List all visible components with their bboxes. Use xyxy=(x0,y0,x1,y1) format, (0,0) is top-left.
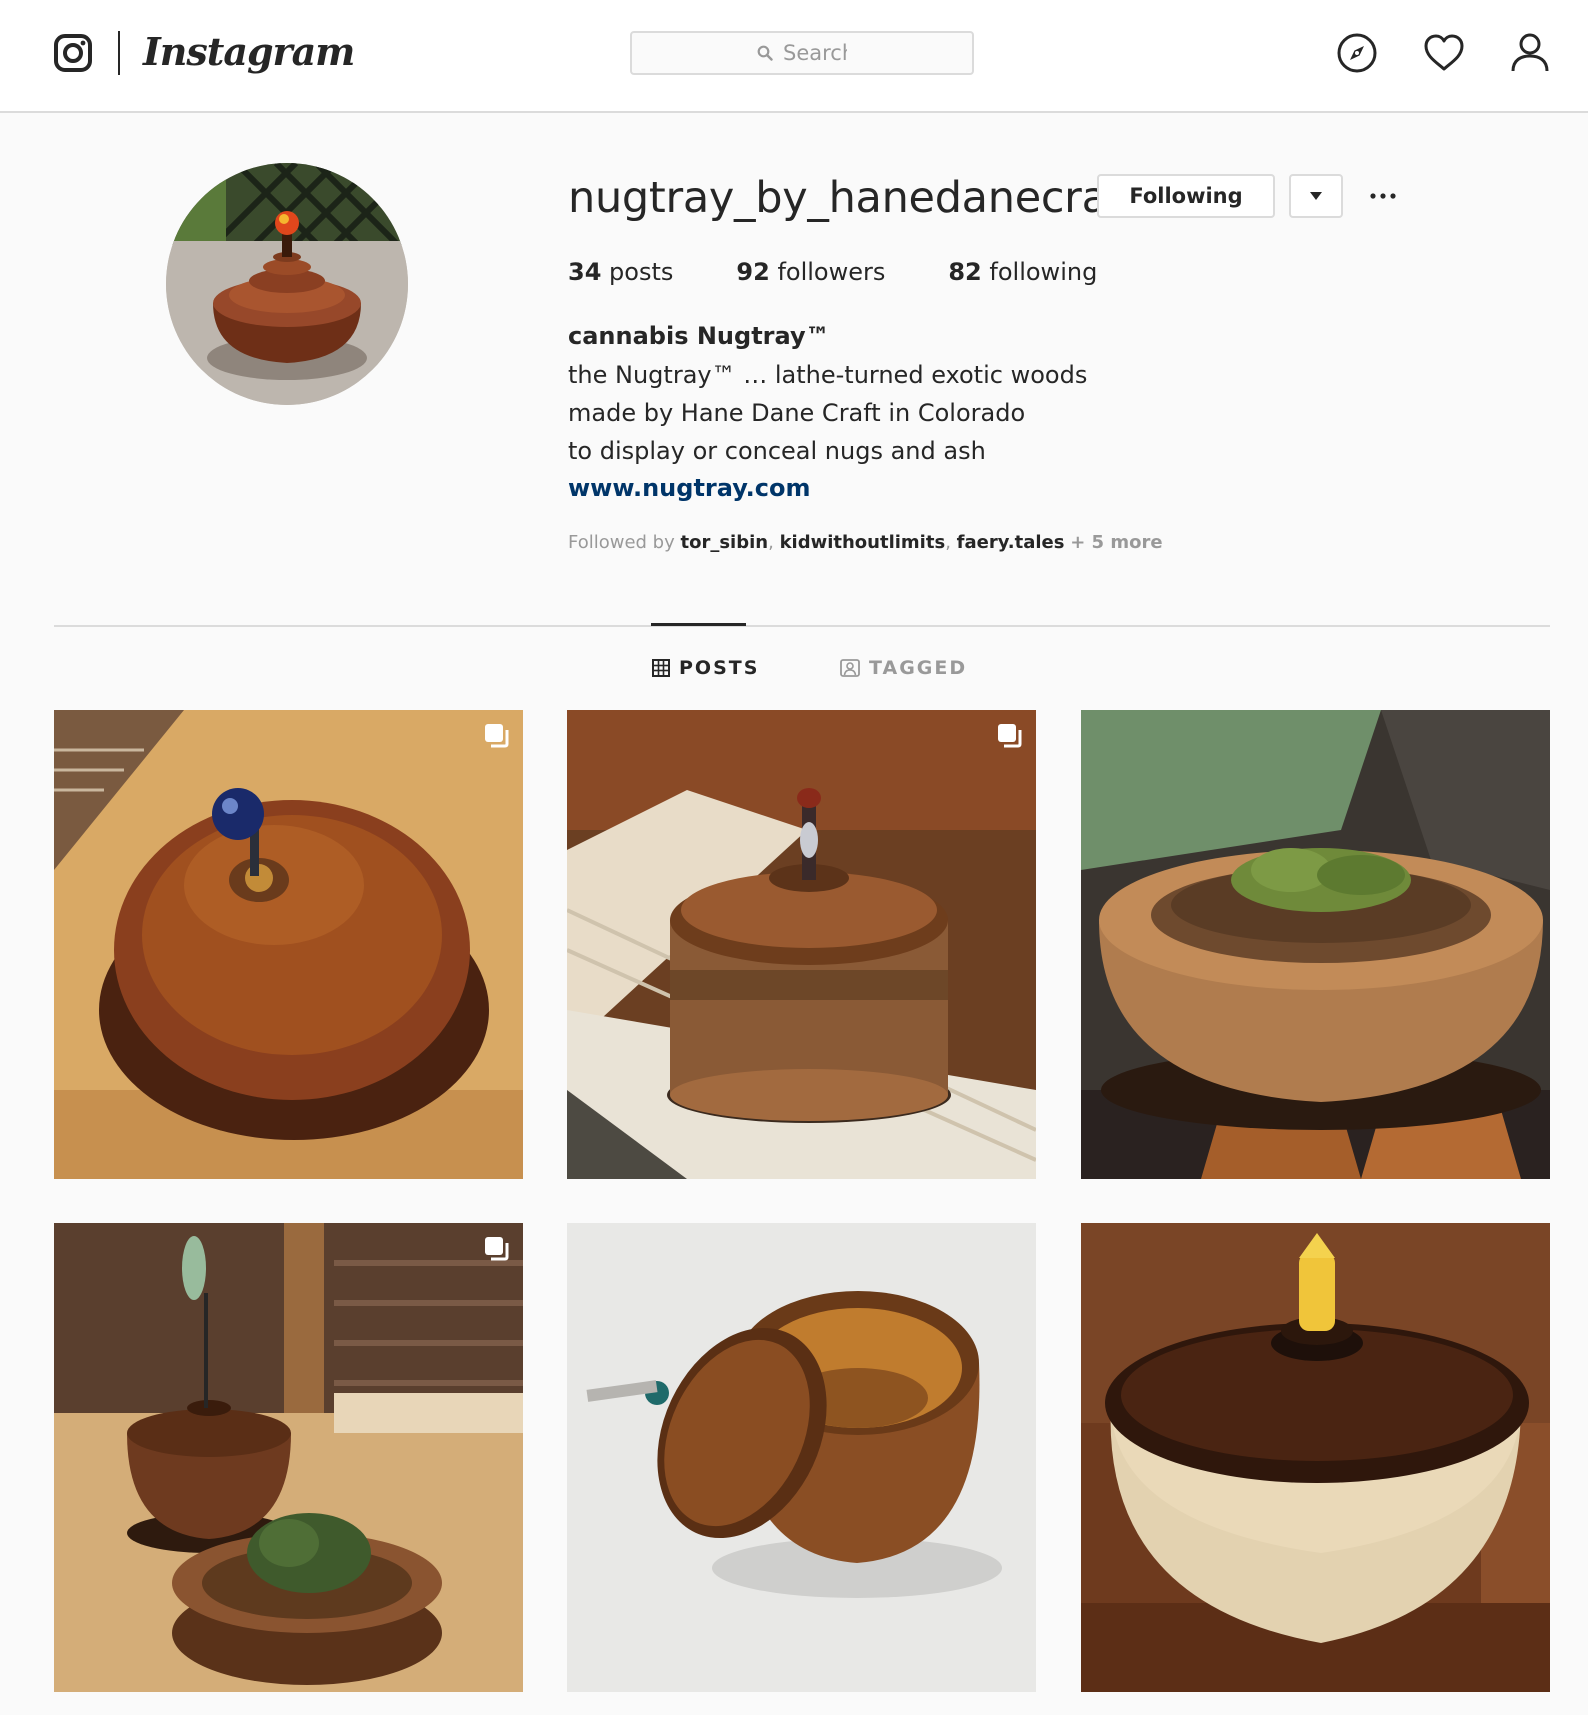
post-photo xyxy=(1081,710,1550,1179)
following-count-label: following xyxy=(989,258,1098,286)
post-thumbnail[interactable] xyxy=(1081,710,1550,1179)
grid-icon xyxy=(652,659,670,677)
posts-count: 34 posts xyxy=(568,258,673,286)
more-options-icon[interactable] xyxy=(1365,174,1401,218)
avatar-photo xyxy=(166,163,408,405)
bio-line: to display or conceal nugs and ash xyxy=(568,437,986,465)
followers-count-label: followers xyxy=(777,258,886,286)
post-photo xyxy=(54,1223,523,1692)
profile-avatar[interactable] xyxy=(166,163,408,405)
caret-down-icon xyxy=(1310,192,1322,200)
search-input[interactable] xyxy=(783,41,847,65)
carousel-icon xyxy=(485,1237,509,1261)
tab-posts-label: POSTS xyxy=(679,657,760,679)
post-photo xyxy=(1081,1223,1550,1692)
post-photo xyxy=(54,710,523,1179)
post-photo xyxy=(567,1223,1036,1692)
tab-divider xyxy=(54,625,1550,627)
suggestions-dropdown-button[interactable] xyxy=(1289,174,1343,218)
posts-count-number: 34 xyxy=(568,258,602,286)
post-thumbnail[interactable] xyxy=(567,1223,1036,1692)
follower-username[interactable]: tor_sibin xyxy=(681,532,769,553)
posts-count-label: posts xyxy=(609,258,674,286)
tab-posts[interactable]: POSTS xyxy=(652,655,759,681)
website-link[interactable]: www.nugtray.com xyxy=(568,474,811,502)
heart-icon[interactable] xyxy=(1422,31,1466,75)
following-link[interactable]: 82 following xyxy=(948,258,1097,286)
search-box[interactable] xyxy=(630,31,974,75)
tagged-person-icon xyxy=(840,659,860,677)
tab-tagged-label: TAGGED xyxy=(869,657,968,679)
followers-link[interactable]: 92 followers xyxy=(736,258,885,286)
post-thumbnail[interactable] xyxy=(567,710,1036,1179)
post-thumbnail[interactable] xyxy=(54,1223,523,1692)
carousel-icon xyxy=(998,724,1022,748)
instagram-wordmark[interactable]: Instagram xyxy=(143,26,355,78)
post-thumbnail[interactable] xyxy=(1081,1223,1550,1692)
post-photo xyxy=(567,710,1036,1179)
profile-icon[interactable] xyxy=(1508,31,1552,75)
following-button[interactable]: Following xyxy=(1097,174,1275,218)
followed-by-label: Followed by xyxy=(568,532,675,553)
tab-tagged[interactable]: TAGGED xyxy=(840,655,967,681)
followers-count-number: 92 xyxy=(736,258,770,286)
compass-icon[interactable] xyxy=(1335,31,1379,75)
following-count-number: 82 xyxy=(948,258,982,286)
profile-full-name: cannabis Nugtray™ xyxy=(568,322,830,350)
top-nav-bar: Instagram xyxy=(0,0,1588,113)
instagram-camera-icon[interactable] xyxy=(53,33,93,73)
bio-line: made by Hane Dane Craft in Colorado xyxy=(568,399,1026,427)
active-tab-indicator xyxy=(651,623,746,626)
follower-username[interactable]: kidwithoutlimits xyxy=(780,532,946,553)
carousel-icon xyxy=(485,724,509,748)
post-thumbnail[interactable] xyxy=(54,710,523,1179)
followed-by-summary[interactable]: Followed by tor_sibin, kidwithoutlimits,… xyxy=(568,532,1163,553)
profile-counts: 34 posts 92 followers 82 following xyxy=(568,258,1160,286)
followed-by-more[interactable]: + 5 more xyxy=(1070,532,1162,553)
bio-line: the Nugtray™ … lathe-turned exotic woods xyxy=(568,361,1088,389)
search-icon xyxy=(757,45,773,61)
logo-divider xyxy=(118,31,120,75)
follower-username[interactable]: faery.tales xyxy=(957,532,1065,553)
profile-username: nugtray_by_hanedanecraft xyxy=(568,173,1139,223)
